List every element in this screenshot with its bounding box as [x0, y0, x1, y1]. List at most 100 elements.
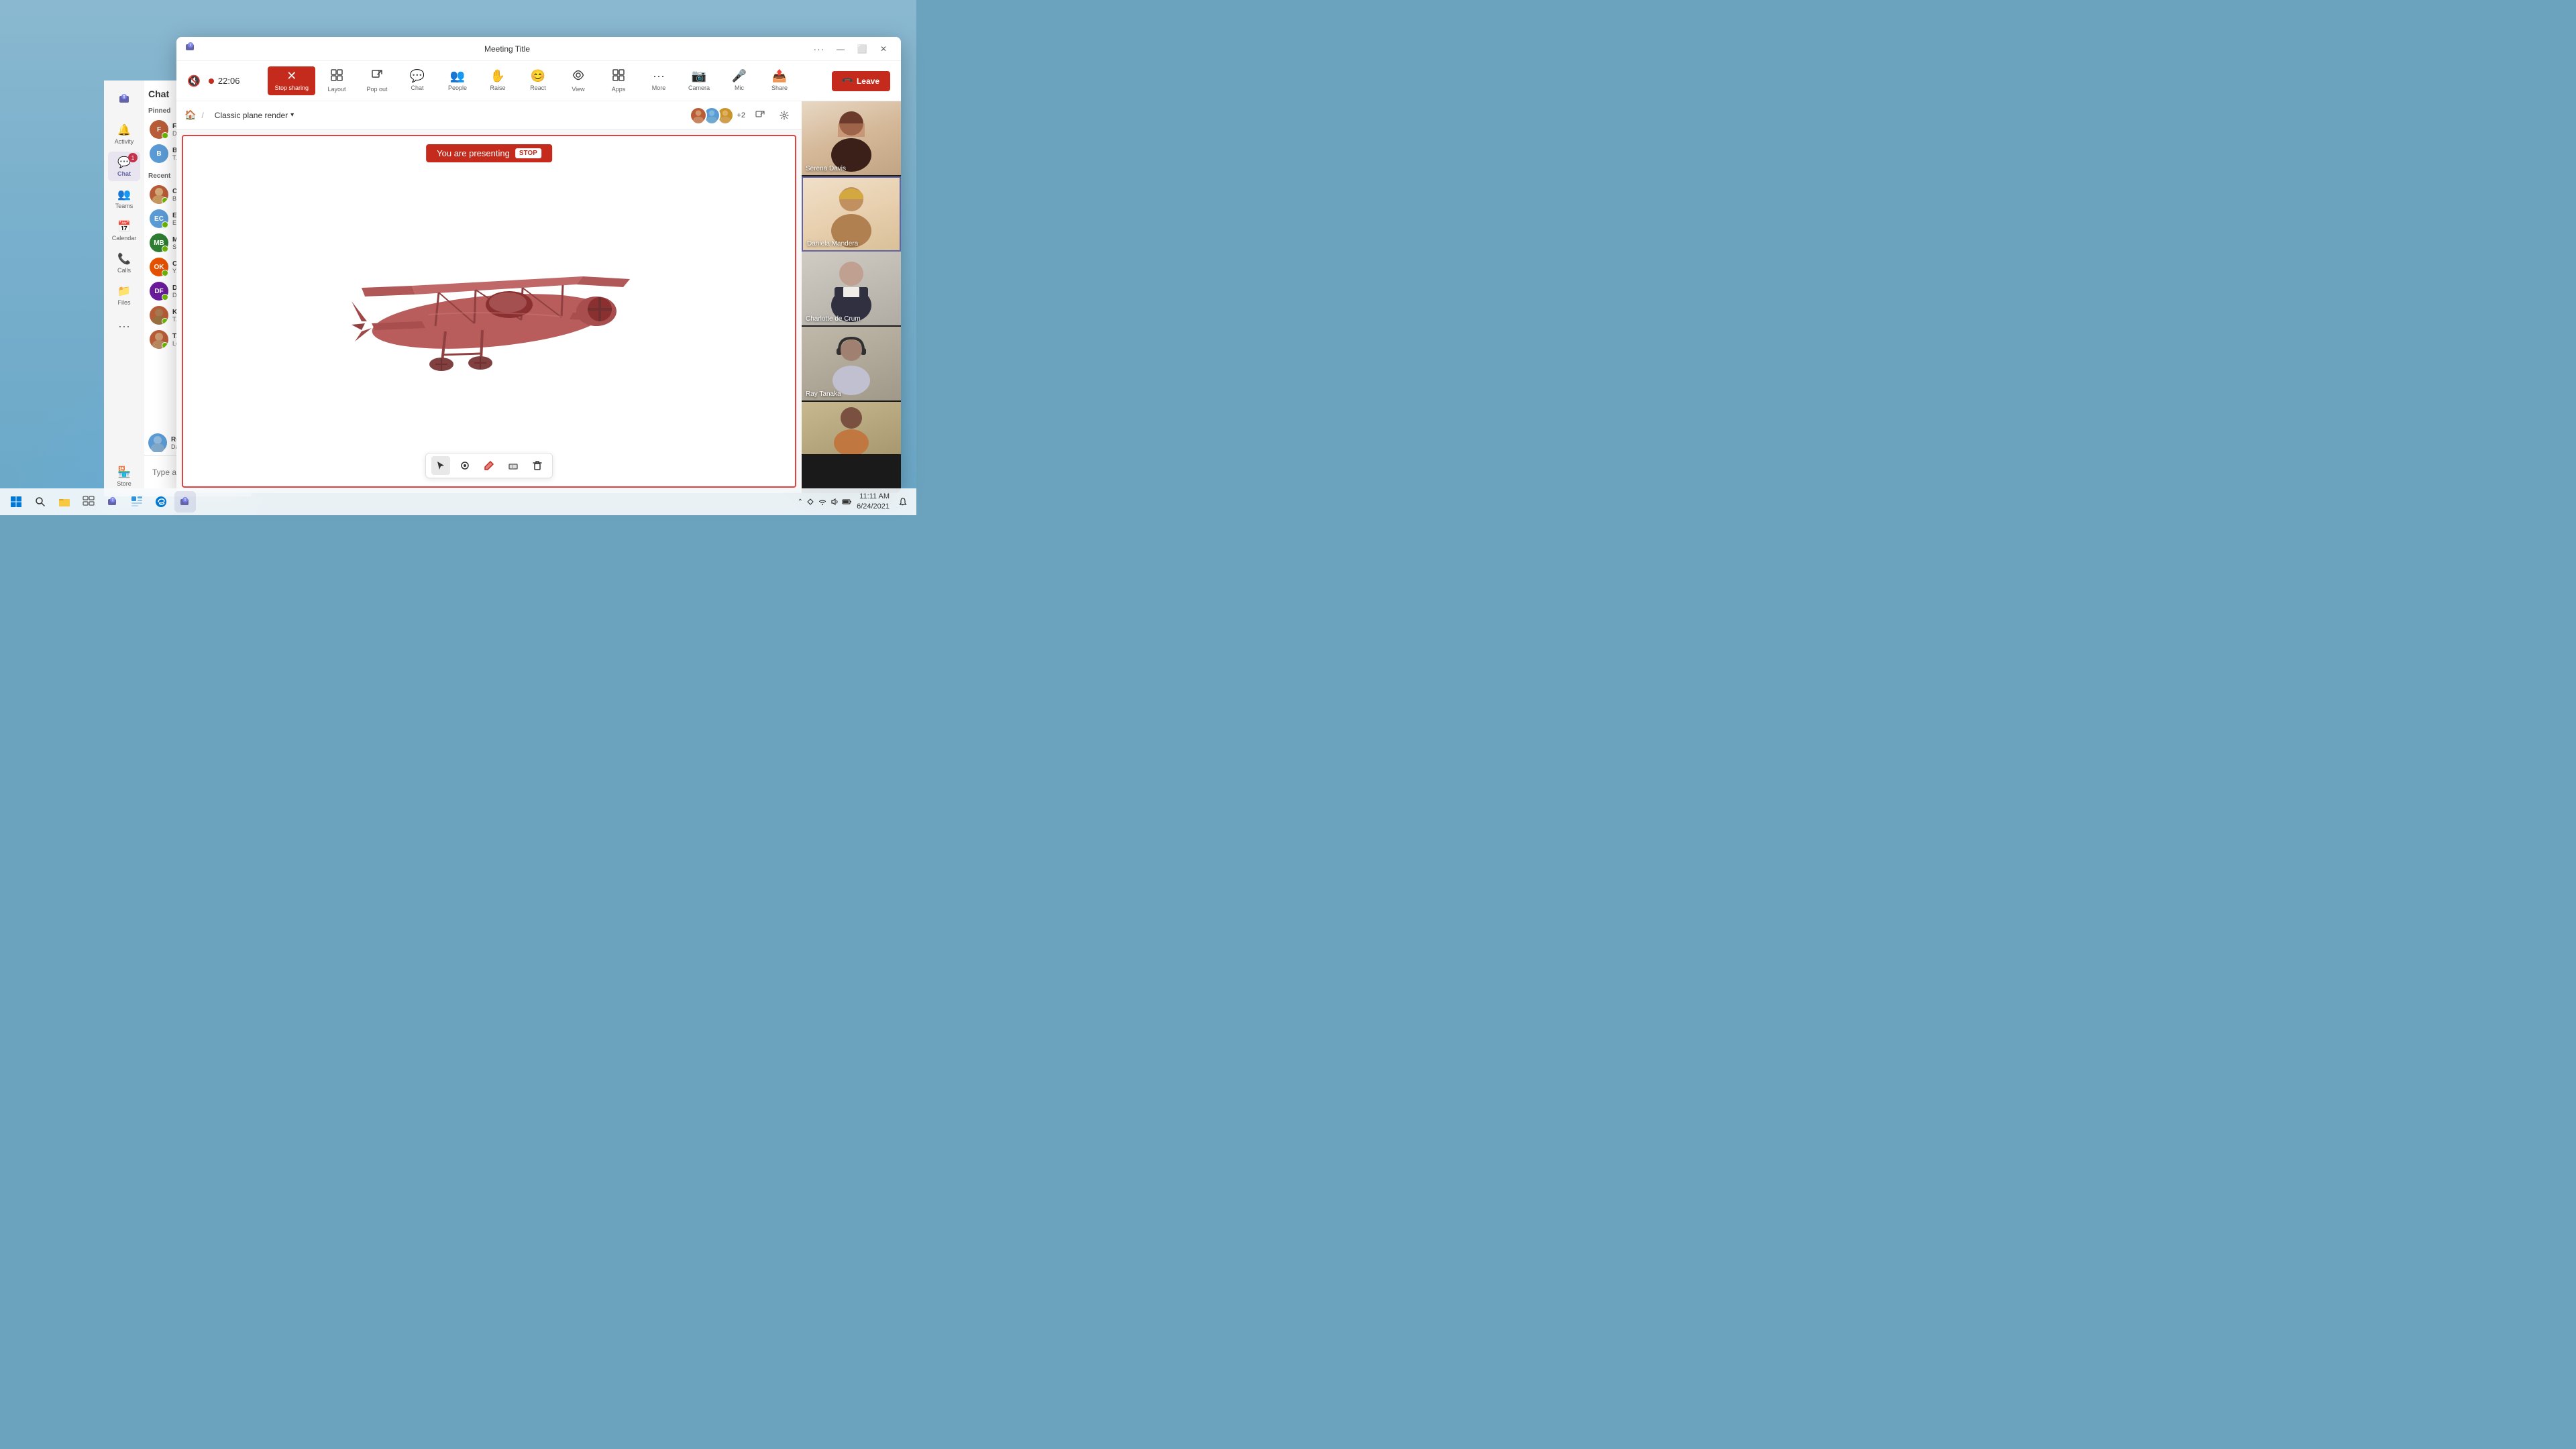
taskbar-clock[interactable]: 11:11 AM 6/24/2021 — [857, 492, 890, 513]
clock-time: 11:11 AM — [857, 492, 890, 502]
sidebar-item-store[interactable]: 🏪 Store — [108, 462, 140, 491]
mic-status-icon: 🔇 — [187, 74, 201, 88]
video-sidebar: Serena Davis Daniela Mandera — [802, 101, 901, 493]
stop-badge[interactable]: STOP — [515, 148, 541, 158]
view-icon — [572, 69, 584, 85]
volume-icon — [830, 497, 839, 506]
clock-date: 6/24/2021 — [857, 502, 890, 512]
network-icon — [806, 497, 815, 506]
raise-hand-icon: ✋ — [490, 69, 505, 83]
more-options-button[interactable]: ··· — [810, 40, 828, 58]
apps-button[interactable]: Apps — [600, 66, 637, 95]
video-tile-ray[interactable]: Ray Tanaka — [802, 327, 901, 402]
presentation-header: 🏠 / Classic plane render ▾ — [176, 101, 802, 129]
more-toolbar-button[interactable]: ··· More — [640, 66, 678, 95]
edge-icon — [155, 496, 167, 508]
task-view-button[interactable] — [78, 491, 99, 513]
start-button[interactable] — [5, 491, 27, 513]
react-label: React — [530, 85, 546, 91]
teams-logo: T — [112, 87, 136, 111]
more-dots-icon: ··· — [814, 44, 825, 54]
mic-button[interactable]: 🎤 Mic — [720, 66, 758, 95]
pop-out-button[interactable]: Pop out — [358, 66, 396, 95]
react-icon: 😊 — [531, 69, 545, 83]
camera-button[interactable]: 📷 Camera — [680, 66, 718, 95]
charlotte-video — [824, 255, 878, 322]
minimize-button[interactable]: — — [831, 40, 850, 58]
sidebar-item-more[interactable]: ··· — [108, 315, 140, 337]
store-icon: 🏪 — [117, 466, 131, 479]
svg-text:T: T — [123, 95, 126, 100]
laser-tool-button[interactable] — [455, 456, 474, 475]
pres-header-right: +2 — [690, 106, 794, 125]
pointer-tool-button[interactable] — [431, 456, 450, 475]
people-button[interactable]: 👥 People — [439, 66, 476, 95]
sidebar-item-calls[interactable]: 📞 Calls — [108, 248, 140, 278]
chat-toolbar-button[interactable]: 💬 Chat — [398, 66, 436, 95]
layout-button[interactable]: Layout — [318, 66, 356, 95]
search-button[interactable] — [30, 491, 51, 513]
share-button[interactable]: 📤 Share — [761, 66, 798, 95]
maximize-button[interactable]: ⬜ — [853, 40, 871, 58]
battery-icon — [842, 497, 851, 506]
file-name-button[interactable]: Classic plane render ▾ — [209, 108, 299, 123]
raise-hand-button[interactable]: ✋ Raise — [479, 66, 517, 95]
avatar-mb: MB — [150, 233, 168, 252]
chevron-tray-icon[interactable]: ⌃ — [798, 498, 803, 506]
pop-out-icon — [371, 69, 383, 85]
pen-tool-button[interactable] — [480, 456, 498, 475]
edge-browser-button[interactable] — [150, 491, 172, 513]
apps-icon — [612, 69, 625, 85]
teams-nav-label: Teams — [115, 203, 133, 209]
view-button[interactable]: View — [559, 66, 597, 95]
video-tile-last[interactable] — [802, 402, 901, 455]
close-button[interactable]: ✕ — [874, 40, 893, 58]
delete-tool-button[interactable] — [528, 456, 547, 475]
sidebar-item-teams[interactable]: 👥 Teams — [108, 184, 140, 213]
people-icon: 👥 — [450, 69, 465, 83]
notification-button[interactable] — [895, 494, 911, 510]
sidebar-item-calendar[interactable]: 📅 Calendar — [108, 216, 140, 246]
settings-pres-button[interactable] — [775, 106, 794, 125]
sidebar-item-activity[interactable]: 🔔 Activity — [108, 119, 140, 149]
meeting-content: 🏠 / Classic plane render ▾ — [176, 101, 901, 493]
svg-text:T: T — [111, 498, 113, 502]
svg-text:T: T — [184, 498, 186, 502]
file-name-chevron-icon: ▾ — [290, 111, 294, 119]
eraser-tool-button[interactable] — [504, 456, 523, 475]
popout-pres-button[interactable] — [751, 106, 769, 125]
teams-taskbar-icon: T — [107, 496, 119, 508]
canvas-toolbar — [425, 453, 553, 478]
store-label: Store — [117, 480, 131, 487]
teams-chat-taskbar-button[interactable]: T — [174, 491, 196, 513]
toolbar-left: 🔇 22:06 — [187, 74, 239, 88]
more-toolbar-icon: ··· — [653, 69, 665, 83]
chat-toolbar-label: Chat — [411, 85, 424, 91]
video-tile-charlotte[interactable]: Charlotte de Crum — [802, 252, 901, 327]
windows-logo — [10, 496, 22, 508]
participant-avatar-1 — [690, 107, 707, 124]
teams-window-logo: T — [184, 41, 197, 56]
sidebar-item-files[interactable]: 📁 Files — [108, 280, 140, 310]
widgets-button[interactable] — [126, 491, 148, 513]
serena-name: Serena Davis — [806, 165, 846, 172]
stop-sharing-button[interactable]: ✕ Stop sharing — [268, 66, 315, 95]
notification-icon — [898, 497, 908, 506]
file-name-text: Classic plane render — [215, 111, 288, 120]
participant-avatars: +2 — [690, 107, 745, 124]
video-tile-serena[interactable]: Serena Davis — [802, 101, 901, 176]
teams-taskbar-button[interactable]: T — [102, 491, 123, 513]
chat-badge: 1 — [128, 153, 138, 162]
sidebar-item-chat[interactable]: 💬 Chat 1 — [108, 152, 140, 181]
more-nav-icon: ··· — [118, 319, 130, 333]
react-button[interactable]: 😊 React — [519, 66, 557, 95]
leave-button[interactable]: 📞 Leave — [832, 71, 890, 91]
calendar-nav-icon: 📅 — [117, 220, 131, 233]
window-title: Meeting Title — [205, 44, 810, 54]
video-tile-daniela[interactable]: Daniela Mandera — [802, 176, 901, 252]
home-button[interactable]: 🏠 — [184, 109, 196, 121]
apps-label: Apps — [612, 86, 626, 93]
avatar-ec: EC — [150, 209, 168, 228]
file-explorer-button[interactable] — [54, 491, 75, 513]
participant-plus-count: +2 — [737, 111, 745, 119]
